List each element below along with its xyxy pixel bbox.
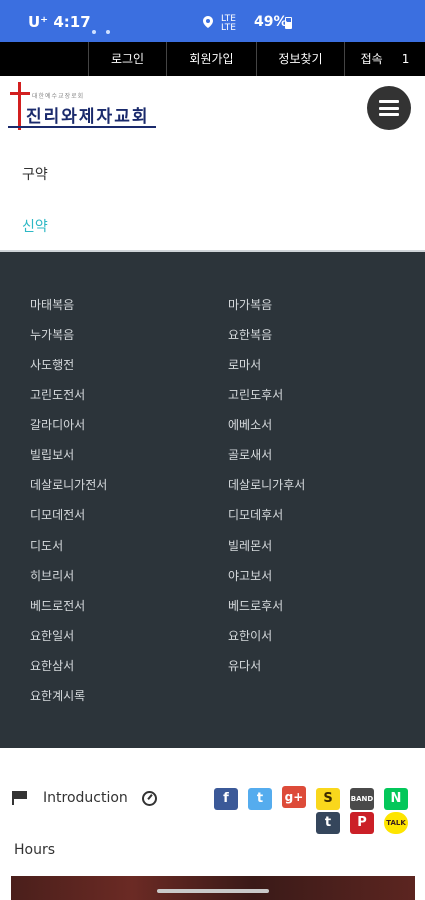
book-link[interactable]: 고린도전서 [30, 386, 85, 403]
top-menu: 로그인 회원가입 정보찾기 접속 1 [0, 42, 425, 76]
pinterest-icon[interactable]: P [350, 812, 374, 834]
book-link[interactable]: 마가복음 [228, 296, 272, 313]
book-link[interactable]: 유다서 [228, 657, 261, 674]
location-icon [203, 16, 213, 28]
book-link[interactable]: 요한이서 [228, 627, 272, 644]
google-plus-icon[interactable]: g+ [282, 786, 306, 808]
book-link[interactable]: 요한일서 [30, 627, 74, 644]
book-link[interactable]: 에베소서 [228, 416, 272, 433]
book-link[interactable]: 요한계시록 [30, 687, 85, 704]
book-link[interactable]: 데살로니가전서 [30, 476, 107, 493]
clock-icon [142, 791, 157, 806]
book-link[interactable]: 마태복음 [30, 296, 74, 313]
book-link[interactable]: 사도행전 [30, 356, 74, 373]
church-photo [11, 876, 415, 900]
gesture-nav-handle[interactable] [157, 889, 269, 893]
book-link[interactable]: 골로새서 [228, 446, 272, 463]
band-icon[interactable]: BAND [350, 788, 374, 810]
tab-new-testament[interactable]: 신약 [22, 216, 48, 236]
clock-label: 4:17 [53, 13, 91, 31]
book-link[interactable]: 요한삼서 [30, 657, 74, 674]
book-link[interactable]: 디모데전서 [30, 506, 85, 523]
site-logo[interactable]: 대한예수교장로회 진리와제자교회 [8, 82, 168, 134]
book-link[interactable]: 고린도후서 [228, 386, 283, 403]
site-header: 대한예수교장로회 진리와제자교회 [0, 76, 425, 144]
book-link[interactable]: 갈라디아서 [30, 416, 85, 433]
kakaostory-icon[interactable]: S [316, 788, 340, 810]
hamburger-icon [379, 100, 399, 103]
notification-dots [92, 19, 120, 38]
battery-icon [285, 17, 292, 29]
book-link[interactable]: 데살로니가후서 [228, 476, 305, 493]
battery-percent: 49% [254, 14, 288, 30]
book-list-panel: 마태복음 누가복음 사도행전 고린도전서 갈라디아서 빌립보서 데살로니가전서 … [0, 252, 425, 748]
book-link[interactable]: 빌레몬서 [228, 537, 272, 554]
flag-icon [12, 791, 28, 805]
book-link[interactable]: 누가복음 [30, 326, 74, 343]
hours-heading: Hours [14, 842, 56, 858]
carrier-label: U⁺ [28, 13, 49, 31]
menu-toggle-button[interactable] [367, 86, 411, 130]
status-time: U⁺ 4:17 [28, 13, 91, 31]
introduction-row: Introduction [10, 784, 170, 812]
book-link[interactable]: 요한복음 [228, 326, 272, 343]
cross-icon [18, 82, 21, 130]
twitter-icon[interactable]: t [248, 788, 272, 810]
kakaotalk-icon[interactable]: TALK [384, 812, 408, 834]
book-link[interactable]: 베드로전서 [30, 597, 85, 614]
visitor-count: 1 [401, 52, 410, 66]
facebook-icon[interactable]: f [214, 788, 238, 810]
login-link[interactable]: 로그인 [88, 42, 166, 76]
book-link[interactable]: 로마서 [228, 356, 261, 373]
book-link[interactable]: 빌립보서 [30, 446, 74, 463]
status-bar: U⁺ 4:17 LTE LTE 49% [0, 0, 425, 42]
visitor-label: 접속 [360, 52, 383, 66]
logo-subtitle: 대한예수교장로회 [32, 93, 85, 100]
book-link[interactable]: 베드로후서 [228, 597, 283, 614]
tumblr-icon[interactable]: t [316, 812, 340, 834]
join-link[interactable]: 회원가입 [166, 42, 256, 76]
logo-title: 진리와제자교회 [26, 107, 150, 127]
introduction-link[interactable]: Introduction [43, 790, 128, 806]
find-info-link[interactable]: 정보찾기 [256, 42, 344, 76]
network-indicator: LTE LTE [221, 14, 236, 33]
tab-old-testament[interactable]: 구약 [22, 164, 48, 184]
book-link[interactable]: 디모데후서 [228, 506, 283, 523]
book-link[interactable]: 디도서 [30, 537, 63, 554]
testament-tabs: 구약 신약 [0, 146, 425, 250]
book-link[interactable]: 히브리서 [30, 567, 74, 584]
visitor-counter: 접속 1 [344, 42, 425, 76]
naver-icon[interactable]: N [384, 788, 408, 810]
book-link[interactable]: 야고보서 [228, 567, 272, 584]
